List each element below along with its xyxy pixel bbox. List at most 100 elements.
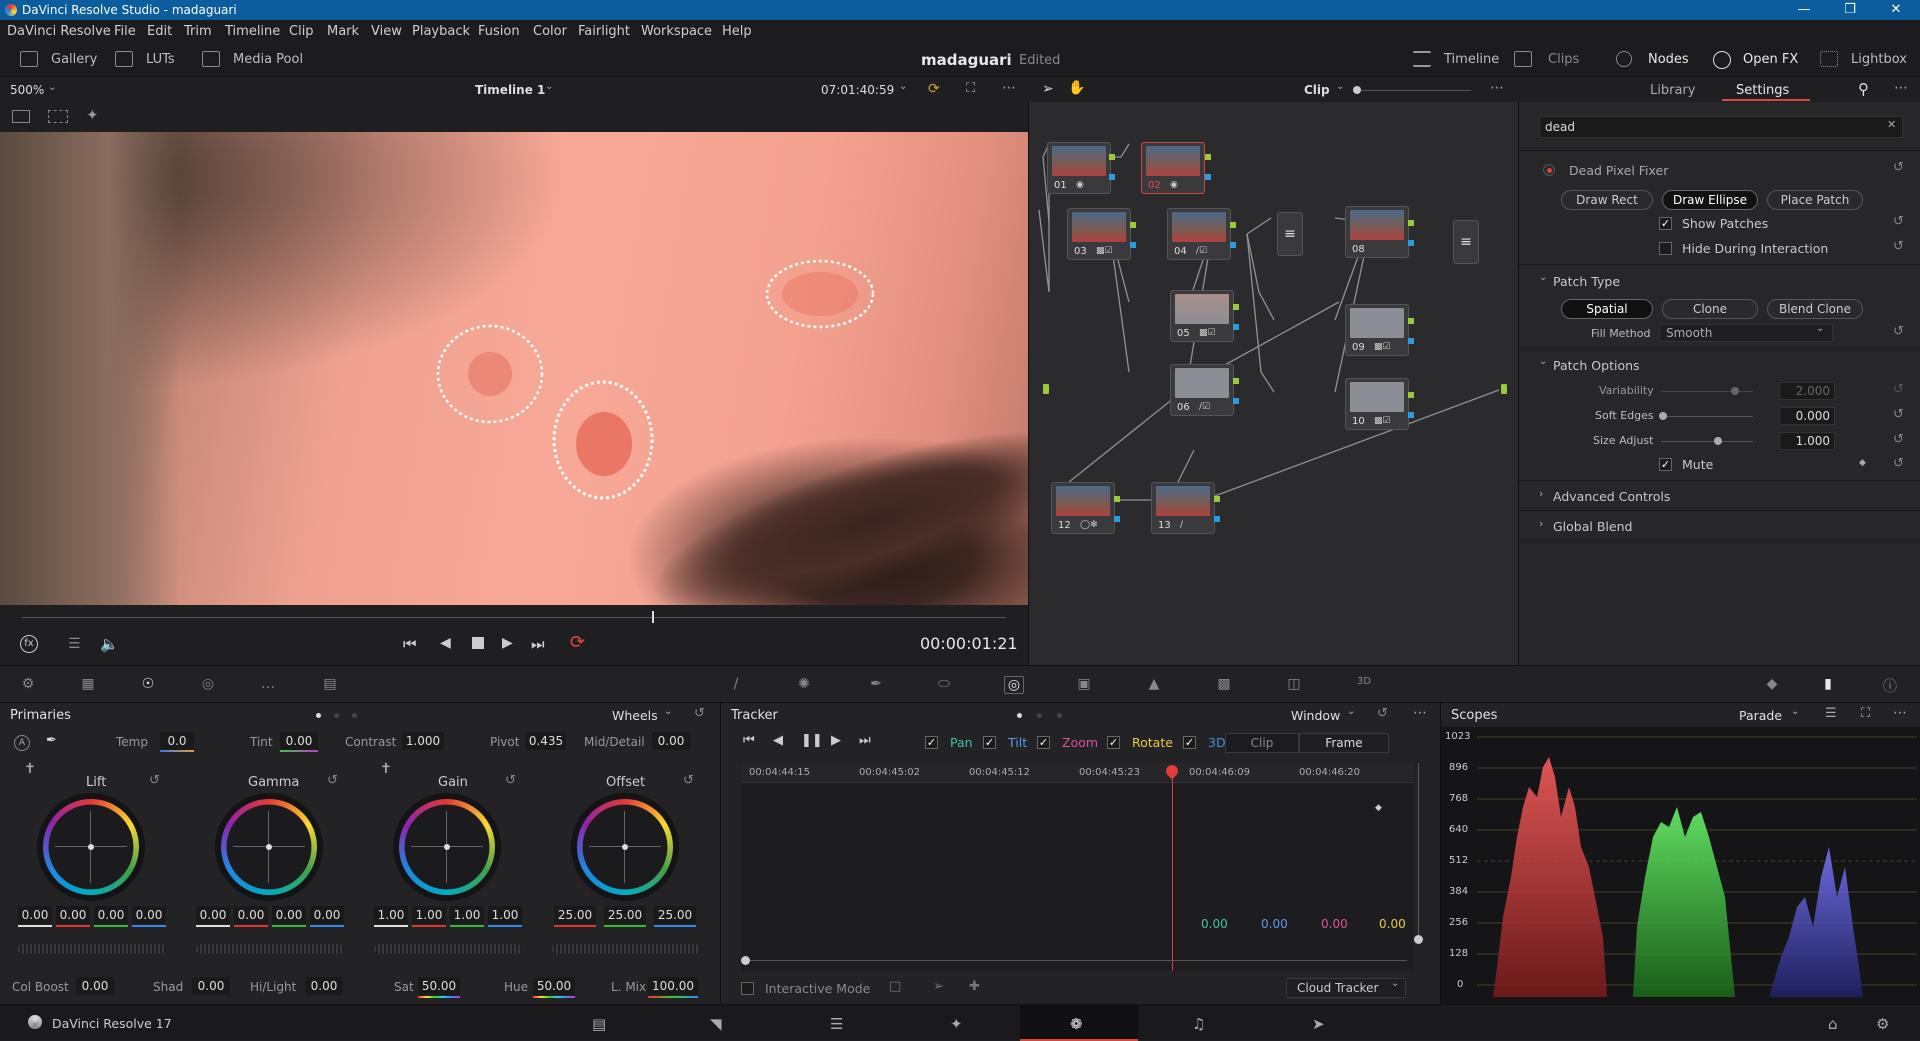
menu-edit[interactable]: Edit — [147, 24, 172, 39]
pause-icon[interactable]: ❚❚ — [801, 733, 823, 748]
patch-overlay[interactable] — [0, 132, 1028, 605]
go-to-start-icon[interactable]: ⏮ — [403, 635, 417, 653]
size-adjust-field[interactable]: 1.000 — [1779, 432, 1835, 450]
reset-icon[interactable]: ↺ — [1893, 324, 1904, 339]
gain-wheel[interactable] — [399, 799, 495, 895]
cut-page-icon[interactable]: ◥ — [710, 1015, 722, 1033]
offset-r[interactable]: 25.00 — [554, 906, 596, 924]
search-input[interactable] — [1539, 116, 1903, 138]
gain-y[interactable]: 1.00 — [374, 906, 408, 924]
fullscreen-icon[interactable]: ⛶ — [966, 81, 975, 96]
lift-g[interactable]: 0.00 — [94, 906, 128, 924]
color-page-icon[interactable]: ❁ — [1070, 1015, 1083, 1033]
motion-effects-icon[interactable]: ▤ — [320, 676, 340, 694]
interactive-mode-checkbox[interactable] — [741, 982, 754, 995]
node-mode-dropdown[interactable]: Clip — [1304, 83, 1330, 97]
offset-wheel[interactable] — [577, 799, 673, 895]
clear-search-icon[interactable]: ✕ — [1887, 118, 1896, 131]
horizontal-zoom-slider[interactable] — [745, 960, 1407, 961]
node-06[interactable]: 06 ∕☑ — [1170, 364, 1234, 416]
lightbox-button[interactable]: Lightbox — [1851, 52, 1907, 67]
lift-y[interactable]: 0.00 — [18, 906, 52, 924]
node-graph[interactable]: 01 ◉ 02 ◉ 03 ▩☑ 04 ∕☑ 05 ▩☑ 06 ∕☑ 08 09 ▩☑ 10 ▩☑… — [1028, 102, 1518, 665]
insert-point-icon[interactable]: □ — [889, 979, 901, 994]
variability-slider-track[interactable] — [1661, 391, 1753, 392]
chevron-right-icon[interactable]: › — [1539, 517, 1543, 530]
split-view-icon[interactable] — [48, 110, 68, 123]
hide-during-interaction-checkbox[interactable] — [1659, 242, 1672, 255]
menu-workspace[interactable]: Workspace — [641, 24, 712, 39]
colboost-field[interactable]: 0.00 — [76, 977, 114, 995]
3d-checkbox[interactable]: ✓ — [1183, 736, 1196, 749]
node-03[interactable]: 03 ▩☑ — [1067, 208, 1131, 260]
layers-icon[interactable]: ☰ — [68, 636, 81, 652]
menu-clip[interactable]: Clip — [289, 24, 314, 39]
offset-master-slider[interactable] — [552, 944, 700, 954]
offset-b[interactable]: 25.00 — [654, 906, 696, 924]
search-icon[interactable]: ⚲ — [1858, 80, 1869, 98]
zoom-checkbox[interactable]: ✓ — [1037, 736, 1050, 749]
clips-button[interactable]: Clips — [1548, 52, 1579, 67]
reset-icon[interactable]: ↺ — [1893, 160, 1904, 175]
node-10[interactable]: 10 ▩☑ — [1345, 378, 1409, 430]
node-09[interactable]: 09 ▩☑ — [1345, 304, 1409, 356]
media-page-icon[interactable]: ▤ — [592, 1015, 606, 1033]
tracker-icon[interactable]: ◎ — [1004, 676, 1024, 694]
temp-field[interactable]: 0.0 — [160, 732, 194, 750]
nodes-button[interactable]: Nodes — [1648, 52, 1689, 67]
eyedropper-icon[interactable]: ✒ — [46, 733, 57, 748]
menu-file[interactable]: File — [114, 24, 136, 39]
page-dot[interactable] — [1057, 713, 1062, 718]
menu-timeline[interactable]: Timeline — [225, 24, 280, 39]
menu-playback[interactable]: Playback — [412, 24, 470, 39]
global-blend-section[interactable]: Global Blend — [1553, 519, 1632, 534]
timeline-selector[interactable]: Timeline 1 — [475, 83, 545, 97]
clip-segment[interactable]: Clip — [1225, 733, 1299, 753]
gamma-b[interactable]: 0.00 — [310, 906, 344, 924]
gamma-r[interactable]: 0.00 — [234, 906, 268, 924]
fx-icon[interactable]: fx — [20, 635, 38, 653]
auto-balance-icon[interactable]: A — [14, 735, 30, 751]
cloud-tracker-dropdown[interactable]: Cloud Tracker ⌄ — [1286, 978, 1406, 998]
more-options-icon[interactable]: ⋯ — [1893, 705, 1907, 721]
gain-b[interactable]: 1.00 — [488, 906, 522, 924]
tracker-graph[interactable]: 00:04:44:15 00:04:45:02 00:04:45:12 00:0… — [741, 762, 1413, 971]
menu-color[interactable]: Color — [533, 24, 567, 39]
frame-segment[interactable]: Frame — [1299, 733, 1389, 753]
node-13[interactable]: 13 ∕ — [1151, 482, 1215, 534]
shad-field[interactable]: 0.00 — [192, 977, 230, 995]
3d-icon[interactable]: 3D — [1354, 676, 1374, 694]
vertical-zoom-handle[interactable] — [1414, 935, 1423, 944]
restore-icon[interactable]: ❐ — [1827, 0, 1873, 20]
fill-method-dropdown[interactable]: Smooth ⌄ — [1659, 323, 1833, 342]
go-to-end-icon[interactable]: ⏭ — [531, 635, 545, 653]
node-zoom-handle[interactable] — [1353, 86, 1361, 94]
lift-master-slider[interactable] — [18, 944, 166, 954]
reset-icon[interactable]: ↺ — [1377, 706, 1388, 721]
node-04[interactable]: 04 ∕☑ — [1167, 208, 1231, 260]
single-view-icon[interactable] — [12, 110, 30, 123]
luts-button[interactable]: LUTs — [146, 52, 175, 67]
tracker-mode-dropdown[interactable]: Window — [1291, 708, 1340, 723]
menu-trim[interactable]: Trim — [184, 24, 212, 39]
reset-icon[interactable]: ↺ — [1893, 407, 1904, 422]
edit-page-icon[interactable]: ☰ — [830, 1015, 843, 1033]
fusion-page-icon[interactable]: ✦ — [950, 1015, 963, 1033]
gamma-y[interactable]: 0.00 — [196, 906, 230, 924]
hilight-field[interactable]: 0.00 — [305, 977, 343, 995]
chevron-down-icon[interactable]: ⌄ — [1539, 356, 1547, 367]
delete-point-icon[interactable]: ✚ — [969, 979, 980, 994]
soft-edges-field[interactable]: 0.000 — [1779, 407, 1835, 425]
spatial-button[interactable]: Spatial — [1561, 299, 1653, 319]
primaries-mode-dropdown[interactable]: Wheels — [612, 708, 658, 723]
window-icon[interactable]: ⬭ — [934, 676, 954, 694]
reset-icon[interactable]: ↺ — [327, 773, 338, 788]
scrubber-track[interactable] — [22, 617, 1006, 618]
menu-help[interactable]: Help — [722, 24, 752, 39]
settings-gear-icon[interactable]: ⚙ — [1876, 1015, 1889, 1033]
pan-checkbox[interactable]: ✓ — [925, 736, 938, 749]
hdr-wheels-icon[interactable]: ◎ — [198, 676, 218, 694]
keyframe-diamond-icon[interactable]: ◆ — [1859, 458, 1866, 468]
advanced-controls-section[interactable]: Advanced Controls — [1553, 489, 1670, 504]
lift-b[interactable]: 0.00 — [132, 906, 166, 924]
